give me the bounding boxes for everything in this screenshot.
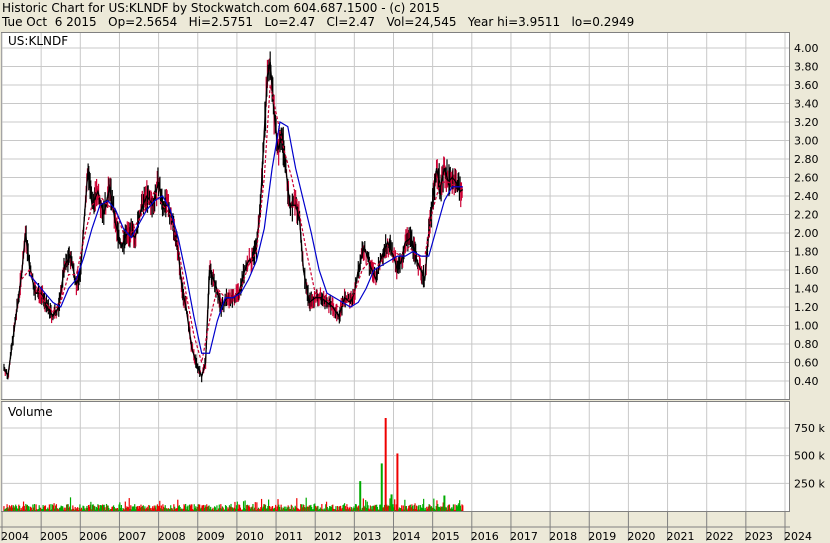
x-tick-label: 2021 — [667, 530, 695, 543]
x-tick-label: 2023 — [745, 530, 773, 543]
price-y-tick-label: 0.40 — [794, 375, 819, 388]
x-tick-label: 2013 — [353, 530, 381, 543]
x-tick-label: 2008 — [158, 530, 186, 543]
x-tick-label: 2012 — [314, 530, 342, 543]
price-y-tick-label: 3.40 — [794, 98, 819, 111]
price-series-line-2 — [28, 121, 463, 354]
volume-y-tick-label: 250 k — [794, 477, 825, 490]
x-tick-label: 2006 — [79, 530, 107, 543]
x-tick-label: 2009 — [197, 530, 225, 543]
x-tick-label: 2004 — [1, 530, 29, 543]
price-y-tick-label: 3.00 — [794, 135, 819, 148]
chart-canvas: 4.00 3.80 3.60 3.40 3.20 3.00 2.80 2.60 2.40 2.20… — [0, 33, 825, 543]
price-y-tick-label: 1.40 — [794, 283, 819, 296]
price-y-tick-label: 2.60 — [794, 172, 819, 185]
price-y-tick-label: 1.60 — [794, 264, 819, 277]
volume-y-tick-label: 750 k — [794, 422, 825, 435]
volume-title: Volume — [8, 405, 53, 419]
x-tick-label: 2014 — [393, 530, 421, 543]
x-tick-label: 2010 — [236, 530, 264, 543]
price-y-tick-label: 1.80 — [794, 246, 819, 259]
x-tick-label: 2024 — [784, 530, 812, 543]
price-y-tick-label: 1.20 — [794, 301, 819, 314]
price-y-tick-label: 2.80 — [794, 153, 819, 166]
price-y-tick-label: 1.00 — [794, 320, 819, 333]
x-tick-label: 2018 — [549, 530, 577, 543]
volume-y-tick-label: 500 k — [794, 450, 825, 463]
chart-title: US:KLNDF — [8, 34, 69, 48]
price-y-tick-label: 0.60 — [794, 357, 819, 370]
x-tick-label: 2022 — [706, 530, 734, 543]
price-y-tick-label: 3.20 — [794, 116, 819, 129]
price-series-line-1 — [21, 84, 463, 363]
x-tick-label: 2011 — [275, 530, 303, 543]
price-y-tick-label: 0.80 — [794, 338, 819, 351]
x-tick-label: 2007 — [118, 530, 146, 543]
x-tick-label: 2015 — [432, 530, 460, 543]
price-y-tick-label: 2.00 — [794, 227, 819, 240]
x-tick-label: 2017 — [510, 530, 538, 543]
price-y-tick-label: 3.60 — [794, 79, 819, 92]
x-tick-label: 2019 — [588, 530, 616, 543]
x-tick-label: 2020 — [627, 530, 655, 543]
price-y-tick-label: 2.20 — [794, 209, 819, 222]
x-tick-label: 2016 — [471, 530, 499, 543]
price-y-tick-label: 2.40 — [794, 190, 819, 203]
price-y-tick-label: 3.80 — [794, 61, 819, 74]
price-y-tick-label: 4.00 — [794, 42, 819, 55]
x-tick-label: 2005 — [40, 530, 68, 543]
